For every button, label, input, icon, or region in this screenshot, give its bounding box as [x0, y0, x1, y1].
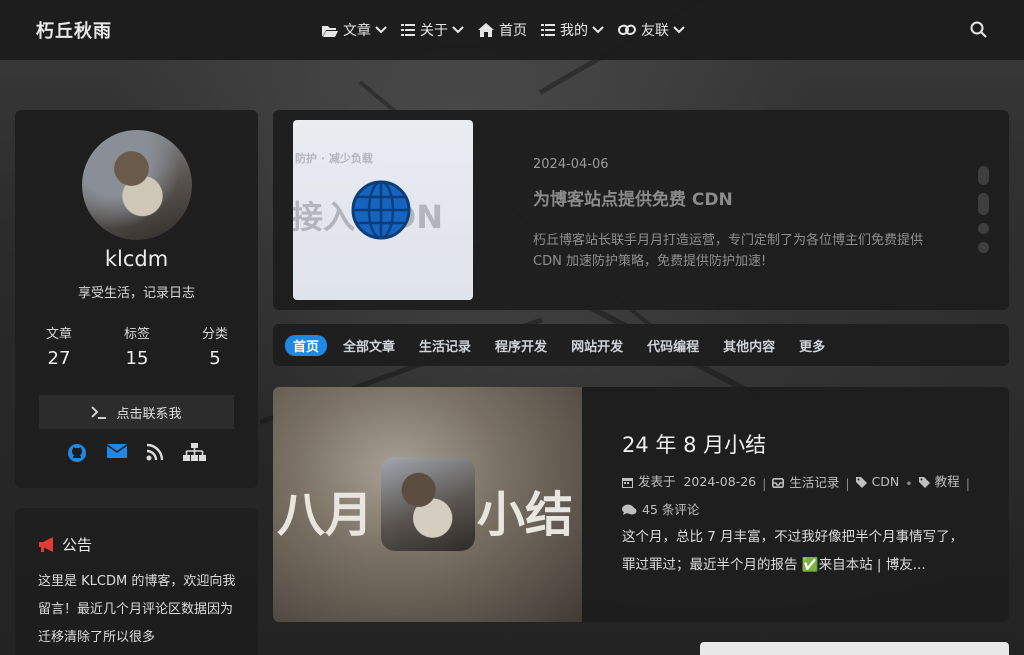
tag-icon — [918, 476, 930, 488]
inbox-icon — [772, 477, 785, 488]
slide-title[interactable]: 为博客站点提供免费 CDN — [533, 185, 733, 210]
terminal-icon — [91, 405, 107, 419]
post-tag[interactable]: CDN — [855, 469, 900, 495]
profile-card: klcdm 享受生活，记录日志 文章 27 标签 15 分类 5 点击联系我 — [15, 110, 258, 488]
home-icon — [478, 23, 494, 37]
stat-label: 标签 — [123, 327, 150, 342]
slide-excerpt: 朽丘博客站长联手月月打造运营，专门定制了为各位博主们免费提供 CDN 加速防护策… — [533, 233, 924, 269]
megaphone-icon — [39, 537, 53, 552]
notice-card: 公告 这里是 KLCDM 的博客，欢迎向我留言！最近几个月评论区数据因为迁移清除… — [15, 508, 258, 655]
chevron-down-icon — [375, 26, 387, 34]
globe-icon — [351, 180, 411, 240]
main-menu: 文章 关于 首页 我的 友联 — [322, 20, 699, 40]
notice-text: 这里是 KLCDM 的博客，欢迎向我留言！最近几个月评论区数据因为迁移清除了所以… — [38, 574, 236, 645]
profile-name: klcdm — [104, 247, 169, 271]
post-excerpt: 这个月，总比 7 月丰富，不过我好像把半个月事情写了，罪过罪过；最近半个月的报告… — [622, 529, 964, 573]
stat-label: 分类 — [201, 327, 228, 342]
post-date-value: 2024-08-26 — [683, 474, 757, 489]
stat-label: 文章 — [45, 327, 72, 342]
sitemap-icon[interactable] — [183, 443, 206, 461]
link-icon — [618, 24, 636, 35]
calendar-icon — [622, 477, 633, 488]
tab-programming[interactable]: 程序开发 — [495, 335, 547, 356]
post-category[interactable]: 生活记录 — [772, 470, 839, 496]
menu-item-mine[interactable]: 我的 — [541, 20, 604, 40]
post-meta: 发表于 2024-08-26 | 生活记录 | CDN • 教程 | 45 条评… — [622, 469, 982, 525]
post-title[interactable]: 24 年 8 月小结 — [622, 429, 766, 459]
slider-dot[interactable] — [978, 242, 989, 253]
featured-slider: 防护 · 减少负载 接入 CDN 2024-04-06 为博客站点提供免费 CD… — [273, 110, 1009, 310]
avatar[interactable] — [82, 130, 192, 240]
category-label: 生活记录 — [789, 474, 840, 490]
stat-value: 27 — [47, 348, 71, 369]
notice-heading: 公告 — [38, 534, 92, 555]
slider-dot[interactable] — [978, 193, 989, 215]
contact-label: 点击联系我 — [116, 406, 182, 422]
menu-label: 文章 — [343, 23, 371, 39]
stat-tags[interactable]: 标签 15 — [97, 323, 177, 369]
tab-more[interactable]: 更多 — [799, 335, 825, 356]
tab-other[interactable]: 其他内容 — [723, 335, 775, 356]
menu-label: 首页 — [499, 23, 527, 39]
menu-label: 友联 — [641, 23, 669, 39]
menu-item-home[interactable]: 首页 — [478, 20, 527, 40]
site-brand[interactable]: 朽丘秋雨 — [36, 17, 112, 43]
menu-item-friends[interactable]: 友联 — [618, 20, 685, 40]
rss-icon[interactable] — [146, 443, 164, 461]
tag-label: CDN — [871, 474, 900, 489]
posted-label: 发表于 — [638, 474, 676, 489]
slider-dot[interactable] — [978, 223, 989, 234]
post-date: 发表于 2024-08-26 — [622, 469, 756, 495]
mail-icon[interactable] — [107, 443, 127, 459]
menu-label: 关于 — [420, 23, 448, 39]
contact-me-button[interactable]: 点击联系我 — [39, 395, 234, 429]
menu-item-articles[interactable]: 文章 — [322, 20, 387, 40]
stat-value: 15 — [125, 348, 149, 369]
tab-all-articles[interactable]: 全部文章 — [343, 335, 395, 356]
notice-title: 公告 — [62, 536, 93, 554]
tag-icon — [855, 476, 867, 488]
stat-articles[interactable]: 文章 27 — [19, 323, 99, 369]
tab-home[interactable]: 首页 — [285, 334, 328, 356]
menu-item-about[interactable]: 关于 — [401, 20, 464, 40]
search-icon — [970, 21, 987, 38]
profile-description: 享受生活，记录日志 — [77, 286, 195, 301]
top-navbar: 朽丘秋雨 文章 关于 首页 我的 友联 — [0, 0, 1024, 60]
slide-date: 2024-04-06 — [533, 157, 609, 172]
stat-categories[interactable]: 分类 5 — [175, 323, 255, 369]
next-post-thumbnail[interactable] — [700, 642, 1009, 655]
thumbnail-text: 小结 — [477, 487, 574, 543]
list-icon — [541, 24, 555, 36]
thumbnail-avatar — [381, 457, 475, 551]
chevron-down-icon — [452, 26, 464, 34]
tab-coding[interactable]: 代码编程 — [647, 335, 699, 356]
tag-label: 教程 — [934, 474, 960, 489]
comments-icon — [622, 504, 637, 515]
chevron-down-icon — [592, 26, 604, 34]
thumbnail-text: 八月 — [277, 487, 374, 543]
menu-label: 我的 — [560, 23, 588, 39]
slider-dot[interactable] — [978, 166, 989, 185]
chevron-down-icon — [673, 26, 685, 34]
post-card: 八月 小结 24 年 8 月小结 发表于 2024-08-26 | 生活记录 |… — [273, 387, 1009, 622]
stat-value: 5 — [209, 348, 221, 369]
list-icon — [401, 24, 415, 36]
category-tabs: 首页 全部文章 生活记录 程序开发 网站开发 代码编程 其他内容 更多 — [273, 324, 1009, 366]
folder-open-icon — [322, 25, 338, 37]
github-icon[interactable] — [67, 443, 87, 463]
slide-image[interactable]: 防护 · 减少负载 接入 CDN — [293, 120, 473, 300]
comments-count: 45 条评论 — [642, 501, 700, 517]
search-button[interactable] — [970, 21, 987, 42]
post-tag[interactable]: 教程 — [918, 469, 960, 495]
post-comments[interactable]: 45 条评论 — [622, 497, 699, 523]
tab-life[interactable]: 生活记录 — [419, 335, 471, 356]
tab-web-dev[interactable]: 网站开发 — [571, 335, 623, 356]
slide-image-text: 防护 · 减少负载 — [295, 152, 373, 165]
post-thumbnail[interactable]: 八月 小结 — [273, 387, 582, 622]
